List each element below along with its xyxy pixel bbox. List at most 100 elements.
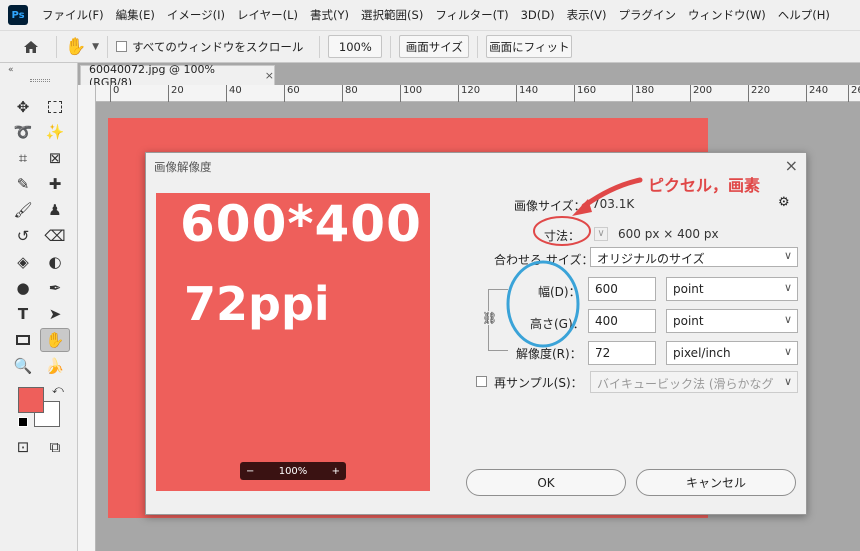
dimensions-label: 寸法： — [544, 229, 581, 243]
zoom-out-icon[interactable]: − — [246, 466, 254, 477]
quick-mask-icon[interactable]: ⊡ — [10, 435, 36, 459]
chevron-down-icon: ∨ — [783, 249, 792, 262]
dialog-title: 画像解像度 — [154, 160, 212, 174]
menu-edit[interactable]: 編集(E) — [110, 7, 161, 23]
fill-screen-button[interactable]: 画面にフィット — [486, 35, 573, 58]
ruler-label: 120 — [458, 85, 480, 102]
menu-filter[interactable]: フィルター(T) — [429, 7, 514, 23]
chevron-down-icon: ∨ — [783, 345, 792, 358]
type-tool-icon[interactable]: T — [10, 302, 36, 326]
height-unit-value: point — [673, 314, 704, 328]
photoshop-logo: Ps — [8, 5, 28, 25]
preview-zoom-control: − 100% + — [240, 462, 346, 480]
cancel-button[interactable]: キャンセル — [636, 469, 796, 496]
crop-tool-icon[interactable]: ⌗ — [10, 146, 36, 170]
height-input[interactable]: 400 — [588, 309, 656, 333]
fit-to-select[interactable]: オリジナルのサイズ ∨ — [590, 247, 798, 267]
stamp-tool-icon[interactable]: ♟ — [42, 198, 68, 222]
ruler-label: 180 — [632, 85, 654, 102]
pen-tool-icon[interactable]: ✒ — [42, 276, 68, 300]
foreground-color-swatch[interactable] — [18, 387, 44, 413]
paint-bucket-icon[interactable]: ◈ — [10, 250, 36, 274]
menu-3d[interactable]: 3D(D) — [515, 8, 561, 22]
eyedropper-icon[interactable]: ✎ — [10, 172, 36, 196]
horizontal-ruler: 0 20 40 60 80 100 120 140 160 180 200 22… — [96, 85, 860, 102]
ruler-label: 100 — [400, 85, 422, 102]
magic-wand-icon[interactable]: ✨ — [42, 120, 68, 144]
marquee-tool-icon[interactable] — [42, 95, 68, 119]
vertical-ruler — [78, 85, 96, 551]
resample-select[interactable]: バイキュービック法 (滑らかなグラ… ∨ — [590, 371, 798, 393]
menu-layer[interactable]: レイヤー(L) — [231, 7, 304, 23]
menu-bar: Ps ファイル(F) 編集(E) イメージ(I) レイヤー(L) 書式(Y) 選… — [0, 0, 860, 30]
width-unit-select[interactable]: point ∨ — [666, 277, 798, 301]
gear-icon[interactable]: ⚙ — [778, 195, 790, 210]
width-label: 幅(D)： — [538, 285, 581, 299]
menu-file[interactable]: ファイル(F) — [36, 7, 110, 23]
dodge-tool-icon[interactable]: ● — [10, 276, 36, 300]
close-icon[interactable]: × — [785, 156, 798, 175]
zoom-tool-icon[interactable]: 🔍 — [10, 354, 36, 378]
hand-tool-icon[interactable]: ✋ — [40, 328, 70, 352]
fit-to-label: 合わせる サイズ： — [494, 253, 594, 267]
resolution-input[interactable]: 72 — [588, 341, 656, 365]
options-bar: ✋ ▼ すべてのウィンドウをスクロール 100% 画面サイズ 画面にフィット — [0, 30, 860, 63]
close-icon[interactable]: × — [265, 69, 274, 82]
default-colors-icon[interactable] — [18, 417, 28, 427]
chevron-down-icon[interactable]: ∨ — [594, 227, 608, 241]
path-select-icon[interactable]: ➤ — [42, 302, 68, 326]
image-size-label: 画像サイズ： — [514, 199, 586, 213]
menu-plugins[interactable]: プラグイン — [612, 7, 682, 23]
resample-value: バイキュービック法 (滑らかなグラ… — [597, 377, 774, 391]
ruler-label: 80 — [342, 85, 358, 102]
width-input[interactable]: 600 — [588, 277, 656, 301]
screen-mode-icon[interactable]: ⧉ — [42, 435, 68, 459]
menu-window[interactable]: ウィンドウ(W) — [682, 7, 772, 23]
rectangle-tool-icon[interactable] — [10, 328, 36, 352]
panel-grip[interactable] — [30, 79, 50, 82]
ruler-label: 240 — [806, 85, 828, 102]
history-brush-icon[interactable]: ↺ — [10, 224, 36, 248]
ruler-label: 0 — [110, 85, 119, 102]
resample-checkbox[interactable] — [476, 376, 487, 387]
move-tool-icon[interactable]: ✥ — [10, 95, 36, 119]
chevron-down-icon[interactable]: ▼ — [92, 42, 99, 52]
preview-zoom-value: 100% — [278, 465, 308, 477]
chevron-down-icon: ∨ — [783, 313, 792, 326]
ruler-label: 220 — [748, 85, 770, 102]
swap-colors-icon[interactable]: ⤺ — [52, 383, 64, 397]
menu-image[interactable]: イメージ(I) — [161, 7, 231, 23]
collapse-icon[interactable]: « — [8, 65, 14, 75]
resample-label: 再サンプル(S)： — [494, 376, 583, 390]
menu-view[interactable]: 表示(V) — [561, 7, 613, 23]
resolution-unit-select[interactable]: pixel/inch ∨ — [666, 341, 798, 365]
zoom-in-icon[interactable]: + — [332, 466, 340, 477]
ok-button[interactable]: OK — [466, 469, 626, 496]
hand-tool-icon[interactable]: ✋ — [65, 37, 86, 57]
annotation-label: ピクセル，画素 — [648, 176, 761, 195]
blur-tool-icon[interactable]: ◐ — [42, 250, 68, 274]
frame-tool-icon[interactable]: ⊠ — [42, 146, 68, 170]
ruler-label: 200 — [690, 85, 712, 102]
menu-select[interactable]: 選択範囲(S) — [355, 7, 429, 23]
fit-screen-button[interactable]: 画面サイズ — [399, 35, 470, 58]
width-unit-value: point — [673, 282, 704, 296]
home-icon[interactable] — [20, 36, 42, 58]
menu-type[interactable]: 書式(Y) — [304, 7, 355, 23]
scroll-all-checkbox[interactable] — [116, 41, 128, 52]
menu-help[interactable]: ヘルプ(H) — [772, 7, 836, 23]
zoom-100-button[interactable]: 100% — [328, 35, 383, 58]
link-icon[interactable]: ⛓ — [482, 311, 498, 325]
height-unit-select[interactable]: point ∨ — [666, 309, 798, 333]
brush-tool-icon[interactable]: 🖌 — [10, 198, 36, 222]
image-size-value: 703.1K — [592, 197, 635, 211]
healing-brush-icon[interactable]: ✚ — [42, 172, 68, 196]
eraser-tool-icon[interactable]: ⌫ — [42, 224, 68, 248]
ruler-label: 26 — [848, 85, 860, 102]
lasso-tool-icon[interactable]: ➰ — [10, 120, 36, 144]
image-size-dialog: 画像解像度 × 600*400 72ppi − 100% + 画像サイズ： 70… — [145, 152, 807, 515]
document-tab[interactable]: 60040072.jpg @ 100% (RGB/8) × — [80, 63, 275, 89]
image-preview[interactable]: 600*400 72ppi − 100% + — [156, 193, 430, 491]
banana-icon[interactable]: 🍌 — [42, 354, 68, 378]
resolution-label: 解像度(R)： — [516, 347, 582, 361]
